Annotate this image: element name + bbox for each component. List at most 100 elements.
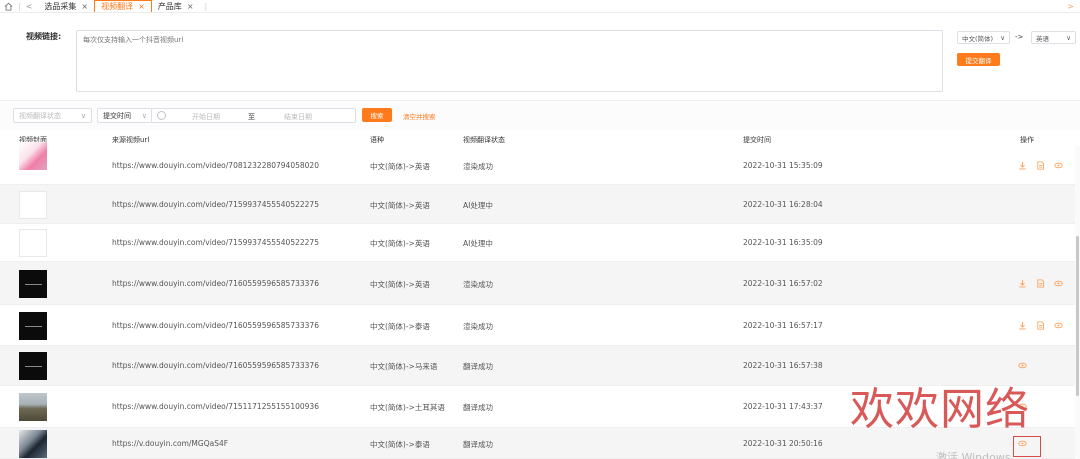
table-row: https://www.douyin.com/video/71605595965… xyxy=(0,346,1075,386)
language-pair: 中文(简体)->英语 xyxy=(370,239,430,248)
column-header-language: 语种 xyxy=(370,136,384,144)
column-header-actions: 操作 xyxy=(1020,136,1034,144)
row-actions xyxy=(1018,361,1027,370)
table-row: https://www.douyin.com/video/71599374555… xyxy=(0,224,1075,262)
row-actions xyxy=(1018,321,1063,330)
chevron-down-icon: ∨ xyxy=(80,111,86,120)
video-thumbnail xyxy=(19,352,47,380)
download-icon[interactable] xyxy=(1018,279,1027,288)
translation-status: AI处理中 xyxy=(463,201,493,210)
target-language-select[interactable]: 英语 ∨ xyxy=(1031,31,1076,44)
language-pair: 中文(简体)->英语 xyxy=(370,201,430,210)
home-icon[interactable] xyxy=(3,1,13,11)
tab-video-translate[interactable]: 视频翻译 × xyxy=(94,0,152,12)
table-row: https://www.douyin.com/video/71599374555… xyxy=(0,185,1075,224)
submit-time: 2022-10-31 20:50:16 xyxy=(743,439,823,448)
submit-time: 2022-10-31 17:43:37 xyxy=(743,402,823,411)
source-url[interactable]: https://www.douyin.com/video/71605595965… xyxy=(112,279,319,288)
source-url[interactable]: https://www.douyin.com/video/71599374555… xyxy=(112,200,319,209)
date-range-picker[interactable]: 开始日期 至 结束日期 xyxy=(151,108,356,123)
video-link-input[interactable] xyxy=(76,30,943,92)
divider: | xyxy=(204,1,208,11)
watermark-text: 欢欢网络 xyxy=(850,384,1030,435)
download-icon[interactable] xyxy=(1018,321,1027,330)
start-date-input[interactable]: 开始日期 xyxy=(192,112,220,122)
submit-time: 2022-10-31 16:57:17 xyxy=(743,321,823,330)
translation-status: AI处理中 xyxy=(463,239,493,248)
video-thumbnail xyxy=(19,430,47,458)
eye-icon[interactable] xyxy=(1018,361,1027,370)
chevron-down-icon: ∨ xyxy=(1066,33,1071,42)
clear-and-search-button[interactable]: 清空并搜索 xyxy=(403,111,436,121)
language-pair: 中文(简体)->英语 xyxy=(370,280,430,289)
document-icon[interactable] xyxy=(1036,279,1045,288)
video-thumbnail xyxy=(19,191,47,219)
tab-product-collect[interactable]: 选品采集 × xyxy=(38,0,94,12)
activate-windows-text: 激活 Windows xyxy=(936,451,1011,459)
submit-time: 2022-10-31 15:35:09 xyxy=(743,161,823,170)
download-icon[interactable] xyxy=(1018,161,1027,170)
table-row: https://www.douyin.com/video/71605595965… xyxy=(0,262,1075,305)
scrollbar-thumb[interactable] xyxy=(1076,236,1079,396)
source-url[interactable]: https://v.douyin.com/MGQaS4F xyxy=(112,439,228,448)
tab-label: 选品采集 xyxy=(44,1,77,11)
tab-bar: | < 选品采集 × 视频翻译 × 产品库 × | > xyxy=(0,0,1080,13)
tab-scroll-right-icon[interactable]: > xyxy=(1067,2,1074,11)
translation-status: 翻译成功 xyxy=(463,440,493,449)
highlight-box xyxy=(1013,436,1041,457)
status-filter-select[interactable]: 视频翻译状态 ∨ xyxy=(13,108,92,123)
chevron-down-icon: ∨ xyxy=(1000,33,1005,42)
document-icon[interactable] xyxy=(1036,161,1045,170)
translation-status: 渲染成功 xyxy=(463,280,493,289)
tab-label: 产品库 xyxy=(157,1,182,11)
tab-scroll-left-icon[interactable]: < xyxy=(26,2,33,11)
submit-translate-button[interactable]: 提交翻译 xyxy=(957,53,1000,66)
video-thumbnail xyxy=(19,393,47,421)
translation-status: 翻译成功 xyxy=(463,403,493,412)
close-icon[interactable]: × xyxy=(81,2,88,11)
status-filter-placeholder: 视频翻译状态 xyxy=(19,111,61,120)
time-field-select[interactable]: 提交时间 ∨ xyxy=(97,108,153,123)
source-url[interactable]: https://www.douyin.com/video/71605595965… xyxy=(112,321,319,330)
eye-icon[interactable] xyxy=(1054,279,1063,288)
video-thumbnail xyxy=(19,270,47,298)
tab-product-library[interactable]: 产品库 × xyxy=(152,0,200,12)
target-language-value: 英语 xyxy=(1036,34,1049,43)
clock-icon xyxy=(157,111,166,120)
video-thumbnail xyxy=(19,142,47,170)
eye-icon[interactable] xyxy=(1054,161,1063,170)
filter-bar: 视频翻译状态 ∨ 提交时间 ∨ 开始日期 至 结束日期 搜索 清空并搜索 xyxy=(0,100,1080,130)
language-pair: 中文(简体)->马来语 xyxy=(370,362,438,371)
time-field-value: 提交时间 xyxy=(103,111,131,120)
video-thumbnail xyxy=(19,229,47,257)
source-language-value: 中文(简体) xyxy=(962,34,994,43)
submit-time: 2022-10-31 16:28:04 xyxy=(743,200,823,209)
table-header: 视频封面 来源视频url 语种 视频翻译状态 提交时间 操作 xyxy=(0,133,1080,146)
column-header-submit-time: 提交时间 xyxy=(743,136,771,144)
language-pair: 中文(简体)->泰语 xyxy=(370,322,430,331)
close-icon[interactable]: × xyxy=(138,2,145,11)
language-arrow: -> xyxy=(1015,33,1024,41)
translation-status: 翻译成功 xyxy=(463,362,493,371)
submit-time: 2022-10-31 16:57:02 xyxy=(743,279,823,288)
document-icon[interactable] xyxy=(1036,321,1045,330)
date-range-separator: 至 xyxy=(248,113,255,121)
source-url[interactable]: https://www.douyin.com/video/71605595965… xyxy=(112,361,319,370)
language-pair: 中文(简体)->泰语 xyxy=(370,440,430,449)
close-icon[interactable]: × xyxy=(187,2,194,11)
end-date-input[interactable]: 结束日期 xyxy=(284,112,312,122)
source-url[interactable]: https://www.douyin.com/video/71511712551… xyxy=(112,402,319,411)
source-url[interactable]: https://www.douyin.com/video/71599374555… xyxy=(112,238,319,247)
eye-icon[interactable] xyxy=(1054,321,1063,330)
video-thumbnail xyxy=(19,312,47,340)
source-language-select[interactable]: 中文(简体) ∨ xyxy=(957,31,1010,44)
table-row: https://www.douyin.com/video/71605595965… xyxy=(0,305,1075,346)
source-url[interactable]: https://www.douyin.com/video/70812322807… xyxy=(112,161,319,170)
language-pair: 中文(简体)->土耳其语 xyxy=(370,403,445,412)
row-actions xyxy=(1018,279,1063,288)
table-row: https://www.douyin.com/video/70812322807… xyxy=(0,142,1075,185)
video-link-label: 视频链接: xyxy=(26,32,62,41)
search-button[interactable]: 搜索 xyxy=(362,108,392,122)
submit-time: 2022-10-31 16:35:09 xyxy=(743,238,823,247)
divider: | xyxy=(18,1,21,11)
